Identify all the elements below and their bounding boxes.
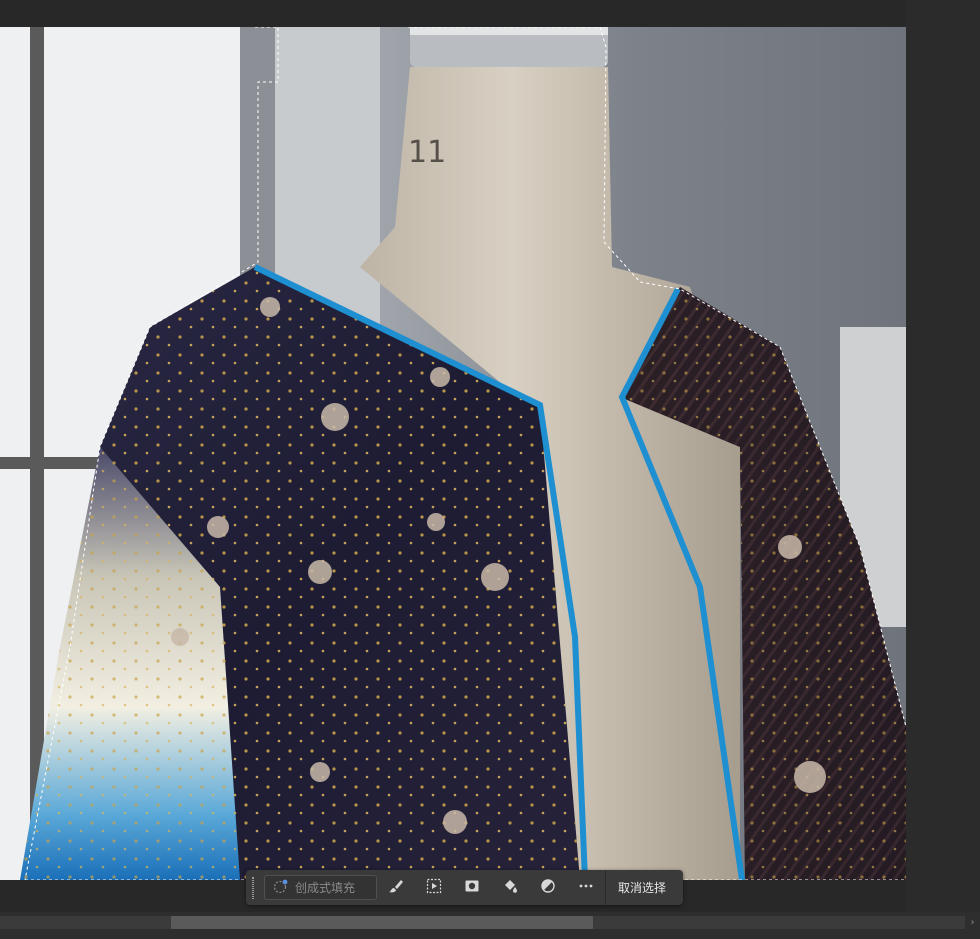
mask-icon <box>464 878 480 898</box>
svg-text:11: 11 <box>408 135 446 170</box>
horizontal-scrollbar[interactable]: › <box>0 912 980 939</box>
photo-image: 11 <box>0 27 906 880</box>
generative-fill-label: 创成式填充 <box>295 881 356 895</box>
document-canvas[interactable]: 11 <box>0 0 980 912</box>
mask-button[interactable] <box>453 870 491 905</box>
more-options-button[interactable] <box>567 870 605 905</box>
more-icon <box>578 878 594 898</box>
adjustment-icon <box>540 878 556 898</box>
fill-button[interactable] <box>491 870 529 905</box>
deselect-button[interactable]: 取消选择 <box>606 870 678 905</box>
paint-bucket-icon <box>502 878 518 898</box>
contextual-taskbar: 创成式填充 取消选择 <box>246 870 683 905</box>
photo-layer[interactable]: 11 <box>0 27 906 880</box>
canvas-pasteboard <box>906 0 980 912</box>
select-subject-icon <box>426 878 442 898</box>
generative-fill-icon <box>273 878 289 898</box>
brush-tool-button[interactable] <box>377 870 415 905</box>
scroll-right-icon[interactable]: › <box>965 915 980 930</box>
generative-fill-button[interactable]: 创成式填充 <box>264 875 377 900</box>
brush-icon <box>388 878 404 898</box>
select-subject-button[interactable] <box>415 870 453 905</box>
scrollbar-thumb[interactable] <box>171 916 593 929</box>
adjustment-button[interactable] <box>529 870 567 905</box>
taskbar-drag-handle[interactable] <box>246 870 260 905</box>
grip-icon <box>252 876 254 899</box>
